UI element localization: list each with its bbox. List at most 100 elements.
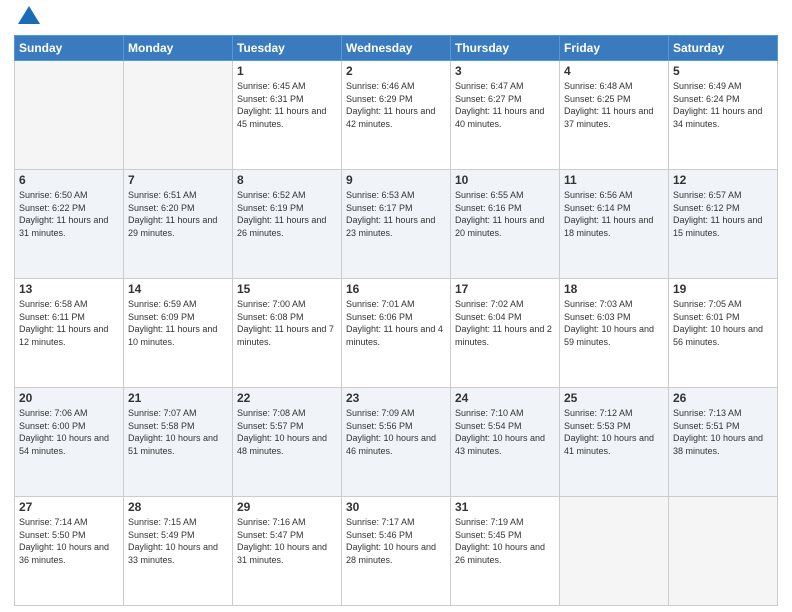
day-info: Sunrise: 6:52 AM Sunset: 6:19 PM Dayligh… [237,189,337,239]
day-number: 20 [19,391,119,405]
col-tuesday: Tuesday [233,36,342,61]
day-info: Sunrise: 7:00 AM Sunset: 6:08 PM Dayligh… [237,298,337,348]
day-info: Sunrise: 6:48 AM Sunset: 6:25 PM Dayligh… [564,80,664,130]
table-row: 7 Sunrise: 6:51 AM Sunset: 6:20 PM Daylig… [124,170,233,279]
day-number: 9 [346,173,446,187]
table-row: 16 Sunrise: 7:01 AM Sunset: 6:06 PM Dayli… [342,279,451,388]
day-info: Sunrise: 7:17 AM Sunset: 5:46 PM Dayligh… [346,516,446,566]
table-row: 17 Sunrise: 7:02 AM Sunset: 6:04 PM Dayli… [451,279,560,388]
calendar-week-row: 27Sunrise: 7:14 AM Sunset: 5:50 PM Dayli… [15,497,778,606]
day-info: Sunrise: 7:15 AM Sunset: 5:49 PM Dayligh… [128,516,228,566]
table-row: 27Sunrise: 7:14 AM Sunset: 5:50 PM Dayli… [15,497,124,606]
day-number: 3 [455,64,555,78]
table-row: 28 Sunrise: 7:15 AM Sunset: 5:49 PM Dayli… [124,497,233,606]
day-number: 5 [673,64,773,78]
col-saturday: Saturday [669,36,778,61]
day-info: Sunrise: 7:03 AM Sunset: 6:03 PM Dayligh… [564,298,664,348]
table-row: 20 Sunrise: 7:06 AM Sunset: 6:00 PM Dayli… [15,388,124,497]
day-number: 16 [346,282,446,296]
table-row: 6 Sunrise: 6:50 AM Sunset: 6:22 PM Daylig… [15,170,124,279]
day-number: 27 [19,500,119,514]
day-number: 7 [128,173,228,187]
table-row: 15 Sunrise: 7:00 AM Sunset: 6:08 PM Dayli… [233,279,342,388]
logo [14,10,40,29]
calendar-table: Sunday Monday Tuesday Wednesday Thursday… [14,35,778,606]
day-info: Sunrise: 6:51 AM Sunset: 6:20 PM Dayligh… [128,189,228,239]
day-number: 18 [564,282,664,296]
day-info: Sunrise: 7:06 AM Sunset: 6:00 PM Dayligh… [19,407,119,457]
table-row: 29Sunrise: 7:16 AM Sunset: 5:47 PM Dayli… [233,497,342,606]
day-number: 28 [128,500,228,514]
calendar-week-row: 1 Sunrise: 6:45 AM Sunset: 6:31 PM Daylig… [15,61,778,170]
day-number: 19 [673,282,773,296]
table-row: 19 Sunrise: 7:05 AM Sunset: 6:01 PM Dayli… [669,279,778,388]
day-info: Sunrise: 7:05 AM Sunset: 6:01 PM Dayligh… [673,298,773,348]
day-number: 29 [237,500,337,514]
calendar-header-row: Sunday Monday Tuesday Wednesday Thursday… [15,36,778,61]
table-row: 3 Sunrise: 6:47 AM Sunset: 6:27 PM Daylig… [451,61,560,170]
day-info: Sunrise: 6:49 AM Sunset: 6:24 PM Dayligh… [673,80,773,130]
table-row: 4 Sunrise: 6:48 AM Sunset: 6:25 PM Daylig… [560,61,669,170]
table-row [15,61,124,170]
day-number: 4 [564,64,664,78]
col-friday: Friday [560,36,669,61]
table-row: 8 Sunrise: 6:52 AM Sunset: 6:19 PM Daylig… [233,170,342,279]
day-info: Sunrise: 7:12 AM Sunset: 5:53 PM Dayligh… [564,407,664,457]
day-info: Sunrise: 6:47 AM Sunset: 6:27 PM Dayligh… [455,80,555,130]
calendar-week-row: 13 Sunrise: 6:58 AM Sunset: 6:11 PM Dayli… [15,279,778,388]
day-number: 30 [346,500,446,514]
day-number: 8 [237,173,337,187]
logo-icon [18,6,40,29]
day-number: 17 [455,282,555,296]
day-info: Sunrise: 7:09 AM Sunset: 5:56 PM Dayligh… [346,407,446,457]
day-number: 21 [128,391,228,405]
table-row: 2 Sunrise: 6:46 AM Sunset: 6:29 PM Daylig… [342,61,451,170]
day-info: Sunrise: 6:58 AM Sunset: 6:11 PM Dayligh… [19,298,119,348]
day-number: 25 [564,391,664,405]
day-info: Sunrise: 6:45 AM Sunset: 6:31 PM Dayligh… [237,80,337,130]
col-sunday: Sunday [15,36,124,61]
col-wednesday: Wednesday [342,36,451,61]
day-info: Sunrise: 7:08 AM Sunset: 5:57 PM Dayligh… [237,407,337,457]
day-number: 14 [128,282,228,296]
header [14,10,778,29]
day-info: Sunrise: 6:55 AM Sunset: 6:16 PM Dayligh… [455,189,555,239]
table-row: 24 Sunrise: 7:10 AM Sunset: 5:54 PM Dayli… [451,388,560,497]
day-info: Sunrise: 7:13 AM Sunset: 5:51 PM Dayligh… [673,407,773,457]
table-row: 5 Sunrise: 6:49 AM Sunset: 6:24 PM Daylig… [669,61,778,170]
day-number: 11 [564,173,664,187]
table-row: 30 Sunrise: 7:17 AM Sunset: 5:46 PM Dayli… [342,497,451,606]
day-number: 10 [455,173,555,187]
page: Sunday Monday Tuesday Wednesday Thursday… [0,0,792,612]
day-info: Sunrise: 6:56 AM Sunset: 6:14 PM Dayligh… [564,189,664,239]
table-row: 12Sunrise: 6:57 AM Sunset: 6:12 PM Dayli… [669,170,778,279]
day-info: Sunrise: 7:10 AM Sunset: 5:54 PM Dayligh… [455,407,555,457]
table-row: 22Sunrise: 7:08 AM Sunset: 5:57 PM Dayli… [233,388,342,497]
day-number: 15 [237,282,337,296]
table-row: 13 Sunrise: 6:58 AM Sunset: 6:11 PM Dayli… [15,279,124,388]
table-row: 10 Sunrise: 6:55 AM Sunset: 6:16 PM Dayli… [451,170,560,279]
table-row: 18 Sunrise: 7:03 AM Sunset: 6:03 PM Dayli… [560,279,669,388]
day-number: 31 [455,500,555,514]
table-row: 25 Sunrise: 7:12 AM Sunset: 5:53 PM Dayli… [560,388,669,497]
day-info: Sunrise: 6:57 AM Sunset: 6:12 PM Dayligh… [673,189,773,239]
col-thursday: Thursday [451,36,560,61]
table-row [560,497,669,606]
day-number: 24 [455,391,555,405]
day-info: Sunrise: 7:01 AM Sunset: 6:06 PM Dayligh… [346,298,446,348]
day-info: Sunrise: 7:19 AM Sunset: 5:45 PM Dayligh… [455,516,555,566]
table-row: 23Sunrise: 7:09 AM Sunset: 5:56 PM Dayli… [342,388,451,497]
day-info: Sunrise: 6:46 AM Sunset: 6:29 PM Dayligh… [346,80,446,130]
day-number: 2 [346,64,446,78]
day-number: 1 [237,64,337,78]
table-row: 21Sunrise: 7:07 AM Sunset: 5:58 PM Dayli… [124,388,233,497]
table-row: 31 Sunrise: 7:19 AM Sunset: 5:45 PM Dayli… [451,497,560,606]
col-monday: Monday [124,36,233,61]
day-info: Sunrise: 6:50 AM Sunset: 6:22 PM Dayligh… [19,189,119,239]
day-number: 6 [19,173,119,187]
table-row: 14Sunrise: 6:59 AM Sunset: 6:09 PM Dayli… [124,279,233,388]
table-row: 11 Sunrise: 6:56 AM Sunset: 6:14 PM Dayli… [560,170,669,279]
day-info: Sunrise: 6:53 AM Sunset: 6:17 PM Dayligh… [346,189,446,239]
day-number: 13 [19,282,119,296]
day-info: Sunrise: 7:02 AM Sunset: 6:04 PM Dayligh… [455,298,555,348]
